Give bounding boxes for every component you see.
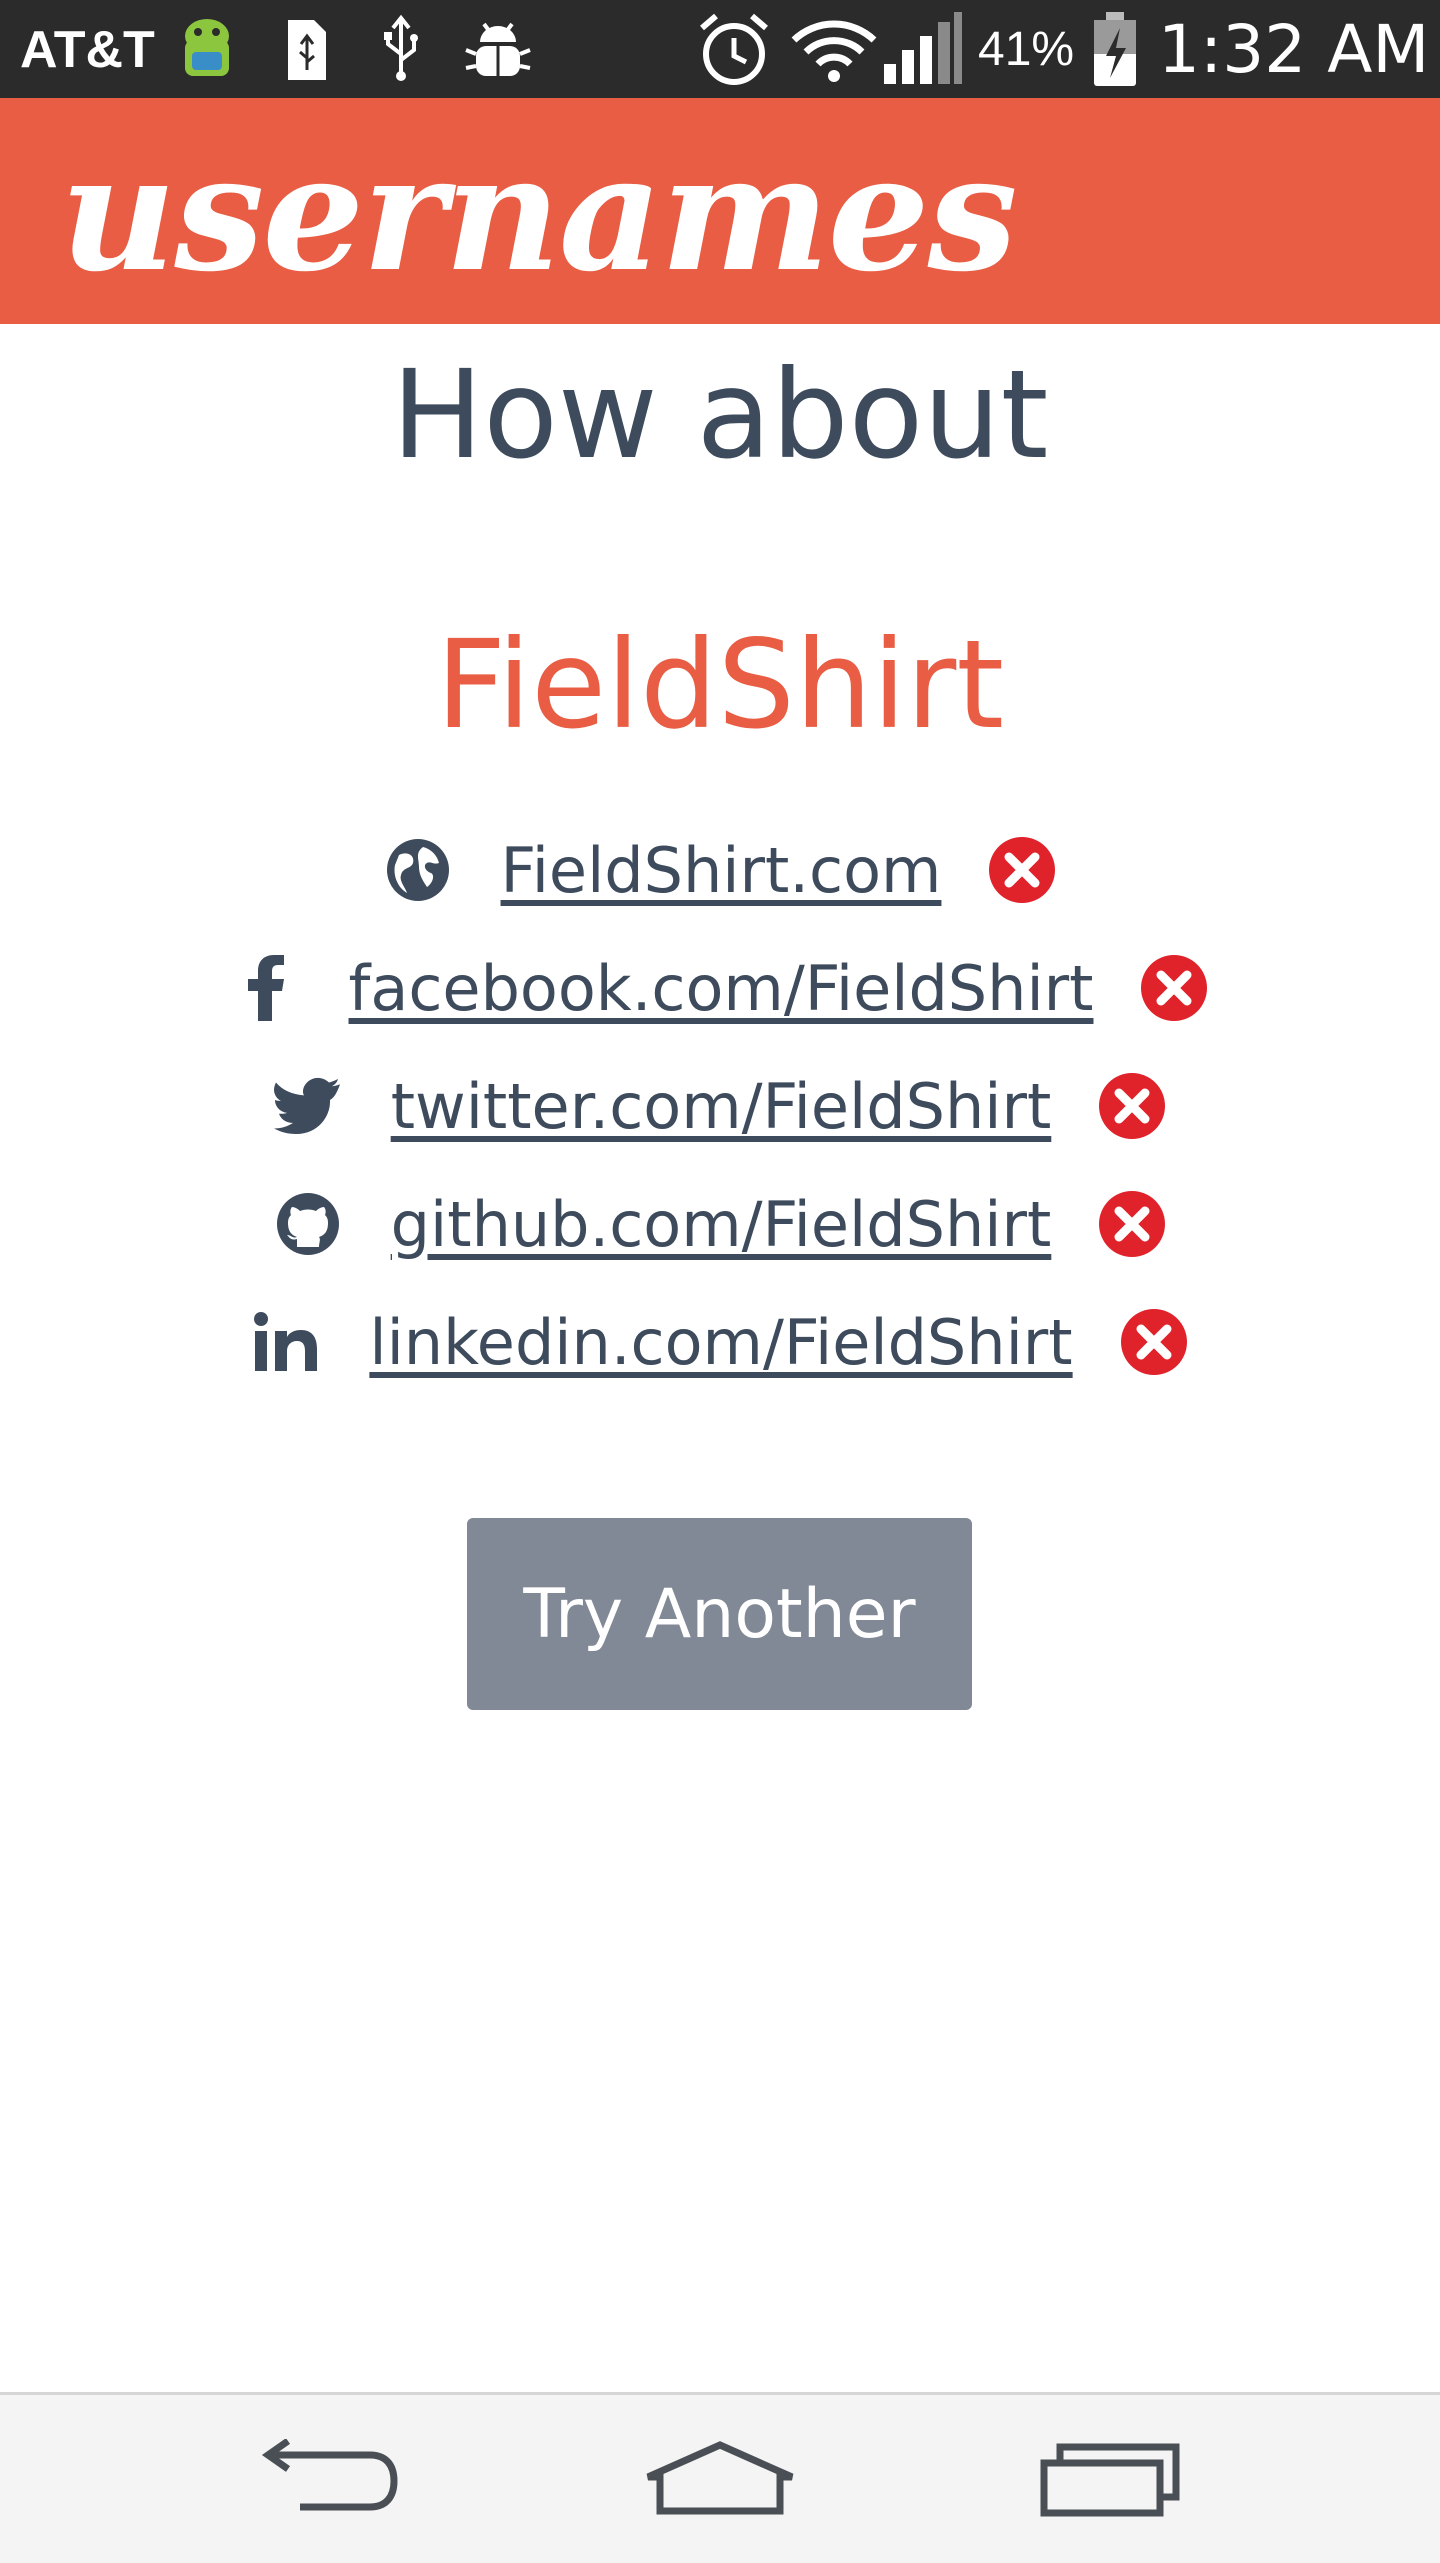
battery-charging-icon: [1094, 12, 1136, 86]
carrier-label: AT&T: [20, 21, 155, 79]
unavailable-icon: [989, 837, 1056, 903]
debug-icon: [465, 22, 531, 76]
unavailable-icon: [1141, 955, 1208, 1021]
facebook-link[interactable]: facebook.com/FieldShirt: [349, 952, 1094, 1025]
battery-percent: 41%: [978, 23, 1075, 76]
status-bar: AT&T 41% 1:32 AM: [0, 0, 1440, 98]
back-button[interactable]: [210, 2395, 450, 2563]
availability-row-domain: FieldShirt.com: [0, 820, 1440, 920]
sd-card-icon: [288, 20, 326, 80]
linkedin-icon: [251, 1307, 321, 1377]
availability-row-facebook: facebook.com/FieldShirt: [0, 938, 1440, 1038]
linkedin-link[interactable]: linkedin.com/FieldShirt: [369, 1306, 1072, 1379]
globe-icon: [383, 835, 453, 905]
availability-row-twitter: twitter.com/FieldShirt: [0, 1056, 1440, 1156]
github-link[interactable]: github.com/FieldShirt: [391, 1188, 1052, 1261]
unavailable-icon: [1099, 1073, 1166, 1139]
navigation-bar: [0, 2392, 1440, 2563]
app-bar: usernames: [0, 98, 1440, 324]
alarm-icon: [700, 13, 768, 85]
android-icon: [185, 19, 229, 76]
suggested-username: FieldShirt: [435, 614, 1005, 756]
signal-icon: [884, 12, 962, 84]
twitter-icon: [273, 1071, 343, 1141]
wifi-icon: [791, 20, 877, 82]
usb-icon: [384, 14, 418, 81]
unavailable-icon: [1120, 1309, 1187, 1375]
home-button[interactable]: [600, 2395, 840, 2563]
github-icon: [273, 1189, 343, 1259]
app-logo: usernames: [60, 119, 1018, 307]
clock: 1:32 AM: [1158, 11, 1430, 88]
recents-icon: [1040, 2443, 1180, 2517]
twitter-link[interactable]: twitter.com/FieldShirt: [391, 1070, 1052, 1143]
availability-row-linkedin: linkedin.com/FieldShirt: [0, 1292, 1440, 1392]
domain-link[interactable]: FieldShirt.com: [501, 834, 942, 907]
availability-row-github: github.com/FieldShirt: [0, 1174, 1440, 1274]
try-another-button[interactable]: Try Another: [467, 1518, 972, 1710]
facebook-icon: [231, 953, 301, 1023]
unavailable-icon: [1099, 1191, 1166, 1257]
headline: How about: [391, 344, 1049, 486]
back-icon: [261, 2439, 398, 2511]
home-icon: [646, 2441, 794, 2515]
recents-button[interactable]: [990, 2395, 1230, 2563]
